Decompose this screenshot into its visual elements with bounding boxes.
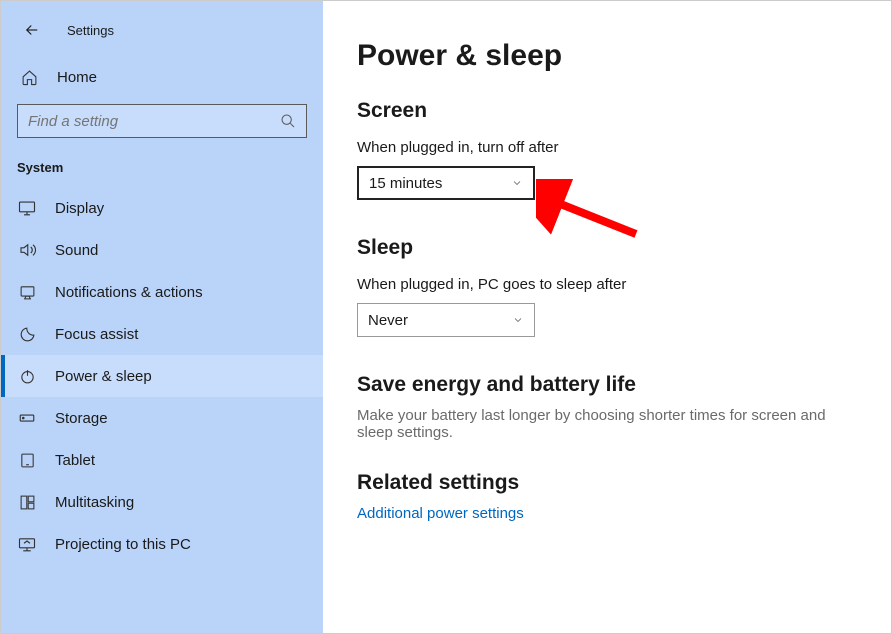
chevron-down-icon <box>512 314 524 326</box>
screen-timeout-value: 15 minutes <box>369 175 511 192</box>
search-icon <box>280 113 296 129</box>
sidebar-item-label: Notifications & actions <box>55 284 203 301</box>
tablet-icon <box>17 452 37 469</box>
screen-field-label: When plugged in, turn off after <box>357 139 861 156</box>
sidebar-item-label: Sound <box>55 242 98 259</box>
sidebar-item-label: Storage <box>55 410 108 427</box>
app-title: Settings <box>67 23 114 38</box>
search-box[interactable] <box>17 104 307 138</box>
category-title: System <box>1 150 323 187</box>
sleep-heading: Sleep <box>357 236 861 260</box>
display-icon <box>17 199 37 217</box>
projecting-icon <box>17 535 37 553</box>
focus-assist-icon <box>17 326 37 343</box>
sidebar-item-multitasking[interactable]: Multitasking <box>1 481 323 523</box>
sidebar-item-label: Display <box>55 200 104 217</box>
home-nav[interactable]: Home <box>1 59 323 96</box>
sidebar-item-projecting[interactable]: Projecting to this PC <box>1 523 323 565</box>
sidebar-item-tablet[interactable]: Tablet <box>1 439 323 481</box>
additional-power-settings-link[interactable]: Additional power settings <box>357 505 861 522</box>
page-title: Power & sleep <box>357 39 861 73</box>
sleep-timeout-dropdown[interactable]: Never <box>357 303 535 337</box>
home-label: Home <box>57 69 97 86</box>
sidebar-item-label: Power & sleep <box>55 368 152 385</box>
arrow-left-icon <box>23 21 41 39</box>
related-heading: Related settings <box>357 471 861 495</box>
sidebar-item-notifications[interactable]: Notifications & actions <box>1 271 323 313</box>
power-icon <box>17 368 37 385</box>
sidebar-item-label: Multitasking <box>55 494 134 511</box>
storage-icon <box>17 409 37 427</box>
save-energy-heading: Save energy and battery life <box>357 373 861 397</box>
nav-list: Display Sound Notifications & actions Fo… <box>1 187 323 633</box>
home-icon <box>21 69 39 86</box>
sidebar-item-label: Projecting to this PC <box>55 536 191 553</box>
multitasking-icon <box>17 494 37 511</box>
screen-timeout-dropdown[interactable]: 15 minutes <box>357 166 535 200</box>
sound-icon <box>17 241 37 259</box>
sleep-timeout-value: Never <box>368 312 512 329</box>
main-content: Power & sleep Screen When plugged in, tu… <box>323 1 891 633</box>
sidebar-item-label: Tablet <box>55 452 95 469</box>
notifications-icon <box>17 284 37 301</box>
sidebar-item-power-sleep[interactable]: Power & sleep <box>1 355 323 397</box>
save-energy-description: Make your battery last longer by choosin… <box>357 407 861 441</box>
sidebar-item-focus-assist[interactable]: Focus assist <box>1 313 323 355</box>
screen-heading: Screen <box>357 99 861 123</box>
search-wrap <box>1 96 323 150</box>
sidebar-item-storage[interactable]: Storage <box>1 397 323 439</box>
sidebar-item-sound[interactable]: Sound <box>1 229 323 271</box>
topbar: Settings <box>1 19 323 59</box>
sleep-field-label: When plugged in, PC goes to sleep after <box>357 276 861 293</box>
sidebar: Settings Home System Display <box>1 1 323 633</box>
back-button[interactable] <box>21 19 43 41</box>
sidebar-item-label: Focus assist <box>55 326 138 343</box>
sidebar-item-display[interactable]: Display <box>1 187 323 229</box>
search-input[interactable] <box>28 113 280 130</box>
chevron-down-icon <box>511 177 523 189</box>
